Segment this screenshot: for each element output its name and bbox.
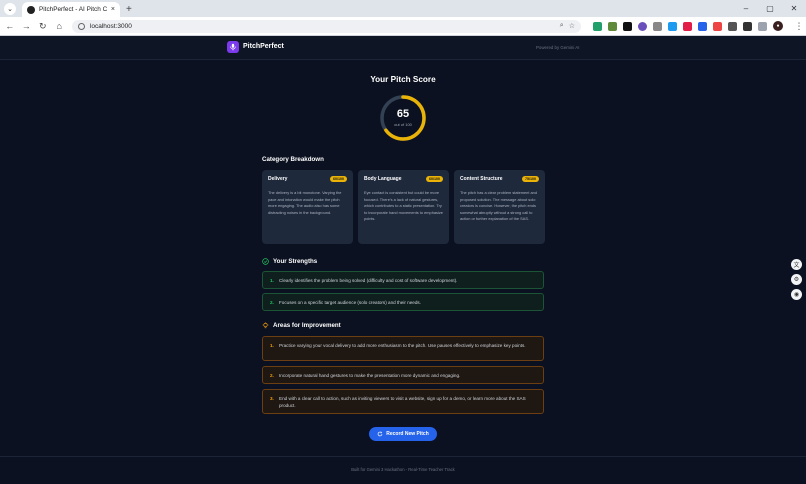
item-text: End with a clear call to action, such as… xyxy=(279,396,526,408)
zoom-icon[interactable]: ⌕ xyxy=(560,22,564,30)
category-description: The pitch has a clear problem statement … xyxy=(460,190,537,221)
check-circle-icon xyxy=(262,258,269,265)
category-score-badge: 60/100 xyxy=(330,176,347,182)
forward-icon[interactable]: → xyxy=(19,21,32,31)
extension-circle-icon[interactable] xyxy=(638,21,647,31)
item-number: 1. xyxy=(270,278,274,283)
microphone-logo-icon xyxy=(227,41,239,53)
address-bar[interactable]: localhost:3000 ⌕ ☆ xyxy=(71,19,581,33)
improvement-item: 3. End with a clear call to action, such… xyxy=(262,389,544,414)
record-new-pitch-button[interactable]: Record New Pitch xyxy=(369,427,437,441)
page-footer: Built for Gemini 3 Hackathon - Real-Time… xyxy=(0,456,806,484)
extension-record-icon[interactable] xyxy=(713,21,722,31)
category-card-body-language: Body Language 60/100 Eye contact is cons… xyxy=(358,170,449,244)
strengths-title: Your Strengths xyxy=(273,258,318,265)
url-text[interactable]: localhost:3000 xyxy=(90,23,555,30)
profile-avatar[interactable]: ● xyxy=(773,21,783,31)
browser-tab[interactable]: PitchPerfect - AI Pitch Coach × xyxy=(22,2,120,17)
category-description: Eye contact is consistent but could be m… xyxy=(364,190,443,221)
extension-active-icon[interactable] xyxy=(698,21,707,31)
score-value: 65 xyxy=(396,108,410,120)
side-tool-settings-icon[interactable]: ⚙ xyxy=(791,274,802,285)
category-card-delivery: Delivery 60/100 The delivery is a bit mo… xyxy=(262,170,353,244)
strengths-heading: Your Strengths xyxy=(262,258,317,265)
category-breakdown-title: Category Breakdown xyxy=(262,156,324,163)
sidebar-toggle-icon[interactable] xyxy=(758,21,767,31)
extension-blue-icon[interactable] xyxy=(668,21,677,31)
side-tool-assistant-icon[interactable]: ◉ xyxy=(791,289,802,300)
browser-tab-bar: ⌄ PitchPerfect - AI Pitch Coach × + – ▢ … xyxy=(0,0,806,17)
item-text: Incorporate natural hand gestures to mak… xyxy=(279,373,461,378)
side-tool-translate-icon[interactable]: 文 xyxy=(791,259,802,270)
new-tab-button[interactable]: + xyxy=(126,4,132,15)
category-score-badge: 60/100 xyxy=(426,176,443,182)
score-out-of: out of 100 xyxy=(394,122,412,127)
improvement-item: 1. Practice varying your vocal delivery … xyxy=(262,336,544,361)
extensions-area: ● ⋮ xyxy=(593,21,806,32)
score-title: Your Pitch Score xyxy=(370,75,436,84)
back-icon[interactable]: ← xyxy=(3,21,16,31)
item-text: Practice varying your vocal delivery to … xyxy=(279,343,526,348)
site-info-icon[interactable] xyxy=(77,22,85,30)
category-card-content-structure: Content Structure 75/100 The pitch has a… xyxy=(454,170,545,244)
item-number: 3. xyxy=(270,396,274,401)
refresh-icon xyxy=(377,431,383,437)
category-name: Content Structure xyxy=(460,176,503,182)
powered-by-text: Powered by Gemini AI xyxy=(536,45,580,50)
home-icon[interactable]: ⌂ xyxy=(52,21,65,31)
close-window-icon[interactable]: ✕ xyxy=(782,0,806,17)
category-description: The delivery is a bit monotone. Varying … xyxy=(268,190,342,215)
app-name[interactable]: PitchPerfect xyxy=(243,43,284,50)
category-name: Body Language xyxy=(364,176,402,182)
extensions-puzzle-icon[interactable] xyxy=(728,21,737,31)
side-floating-tools: 文 ⚙ ◉ xyxy=(791,259,802,300)
tab-title: PitchPerfect - AI Pitch Coach xyxy=(39,6,107,13)
lightbulb-icon xyxy=(262,322,269,329)
extension-shield-icon[interactable] xyxy=(593,21,602,31)
reload-icon[interactable]: ↻ xyxy=(36,21,49,32)
download-icon[interactable] xyxy=(743,21,752,31)
improvements-heading: Areas for Improvement xyxy=(262,322,341,329)
extension-camera-icon[interactable] xyxy=(653,21,662,31)
menu-kebab-icon[interactable]: ⋮ xyxy=(792,21,806,32)
item-number: 2. xyxy=(270,373,274,378)
footer-text: Built for Gemini 3 Hackathon - Real-Time… xyxy=(351,467,455,472)
extension-dark-icon[interactable] xyxy=(623,21,632,31)
tab-search-icon[interactable]: ⌄ xyxy=(4,3,16,15)
item-number: 2. xyxy=(270,300,274,305)
app-header: PitchPerfect Powered by Gemini AI xyxy=(0,36,806,60)
category-breakdown-label: Category Breakdown xyxy=(262,156,324,163)
favicon-icon xyxy=(27,5,35,14)
record-button-label: Record New Pitch xyxy=(386,431,429,437)
strength-item: 1. Clearly identifies the problem being … xyxy=(262,271,544,289)
browser-toolbar: ← → ↻ ⌂ localhost:3000 ⌕ ☆ ● ⋮ xyxy=(0,17,806,36)
improvement-item: 2. Incorporate natural hand gestures to … xyxy=(262,366,544,384)
strength-item: 2. Focuses on a specific target audience… xyxy=(262,293,544,311)
extension-leaf-icon[interactable] xyxy=(608,21,617,31)
tab-close-icon[interactable]: × xyxy=(111,6,115,13)
window-controls: – ▢ ✕ xyxy=(734,0,806,17)
item-number: 1. xyxy=(270,343,274,348)
extension-red-icon[interactable] xyxy=(683,21,692,31)
minimize-icon[interactable]: – xyxy=(734,0,758,17)
maximize-icon[interactable]: ▢ xyxy=(758,0,782,17)
category-score-badge: 75/100 xyxy=(522,176,539,182)
item-text: Clearly identifies the problem being sol… xyxy=(279,278,458,283)
category-name: Delivery xyxy=(268,176,288,182)
bookmark-star-icon[interactable]: ☆ xyxy=(569,22,575,30)
improvements-title: Areas for Improvement xyxy=(273,322,341,329)
item-text: Focuses on a specific target audience (s… xyxy=(279,300,421,305)
